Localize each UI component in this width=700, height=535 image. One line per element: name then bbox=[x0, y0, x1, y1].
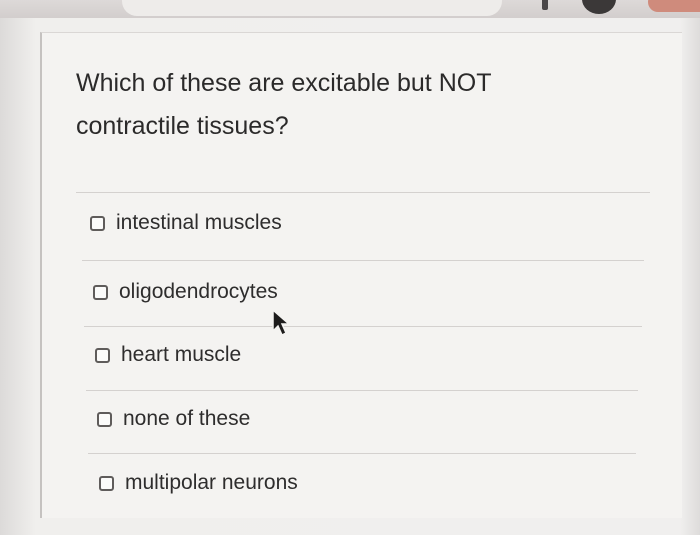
question-divider bbox=[76, 192, 650, 193]
checkbox-icon[interactable] bbox=[93, 284, 108, 300]
option-divider bbox=[86, 390, 638, 391]
answer-option-label: intestinal muscles bbox=[116, 211, 282, 234]
answer-option-oligodendrocytes[interactable]: oligodendrocytes bbox=[93, 280, 278, 304]
checkbox-icon[interactable] bbox=[97, 411, 112, 427]
answer-option-none-of-these[interactable]: none of these bbox=[97, 407, 250, 431]
option-divider bbox=[88, 453, 636, 454]
option-divider bbox=[82, 260, 644, 261]
address-bar[interactable] bbox=[122, 0, 502, 16]
answer-option-intestinal-muscles[interactable]: intestinal muscles bbox=[90, 211, 282, 235]
answer-option-label: none of these bbox=[123, 407, 251, 430]
question-line-2: contractile tissues? bbox=[76, 112, 289, 140]
toolbar-separator bbox=[542, 0, 548, 10]
answer-option-label: heart muscle bbox=[121, 343, 242, 366]
checkbox-icon[interactable] bbox=[90, 215, 105, 231]
option-divider bbox=[84, 326, 642, 327]
question-line-1: Which of these are excitable but NOT bbox=[76, 69, 492, 97]
answer-option-heart-muscle[interactable]: heart muscle bbox=[95, 343, 241, 367]
profile-avatar[interactable] bbox=[582, 0, 616, 14]
checkbox-icon[interactable] bbox=[95, 347, 110, 363]
checkbox-icon[interactable] bbox=[99, 475, 114, 491]
toolbar-badge[interactable] bbox=[648, 0, 700, 12]
answer-option-label: multipolar neurons bbox=[125, 471, 298, 494]
answer-option-label: oligodendrocytes bbox=[119, 280, 278, 303]
question-text: Which of these are excitable but NOT con… bbox=[76, 62, 596, 148]
mouse-pointer-icon bbox=[272, 308, 291, 336]
answer-option-multipolar-neurons[interactable]: multipolar neurons bbox=[99, 471, 298, 495]
